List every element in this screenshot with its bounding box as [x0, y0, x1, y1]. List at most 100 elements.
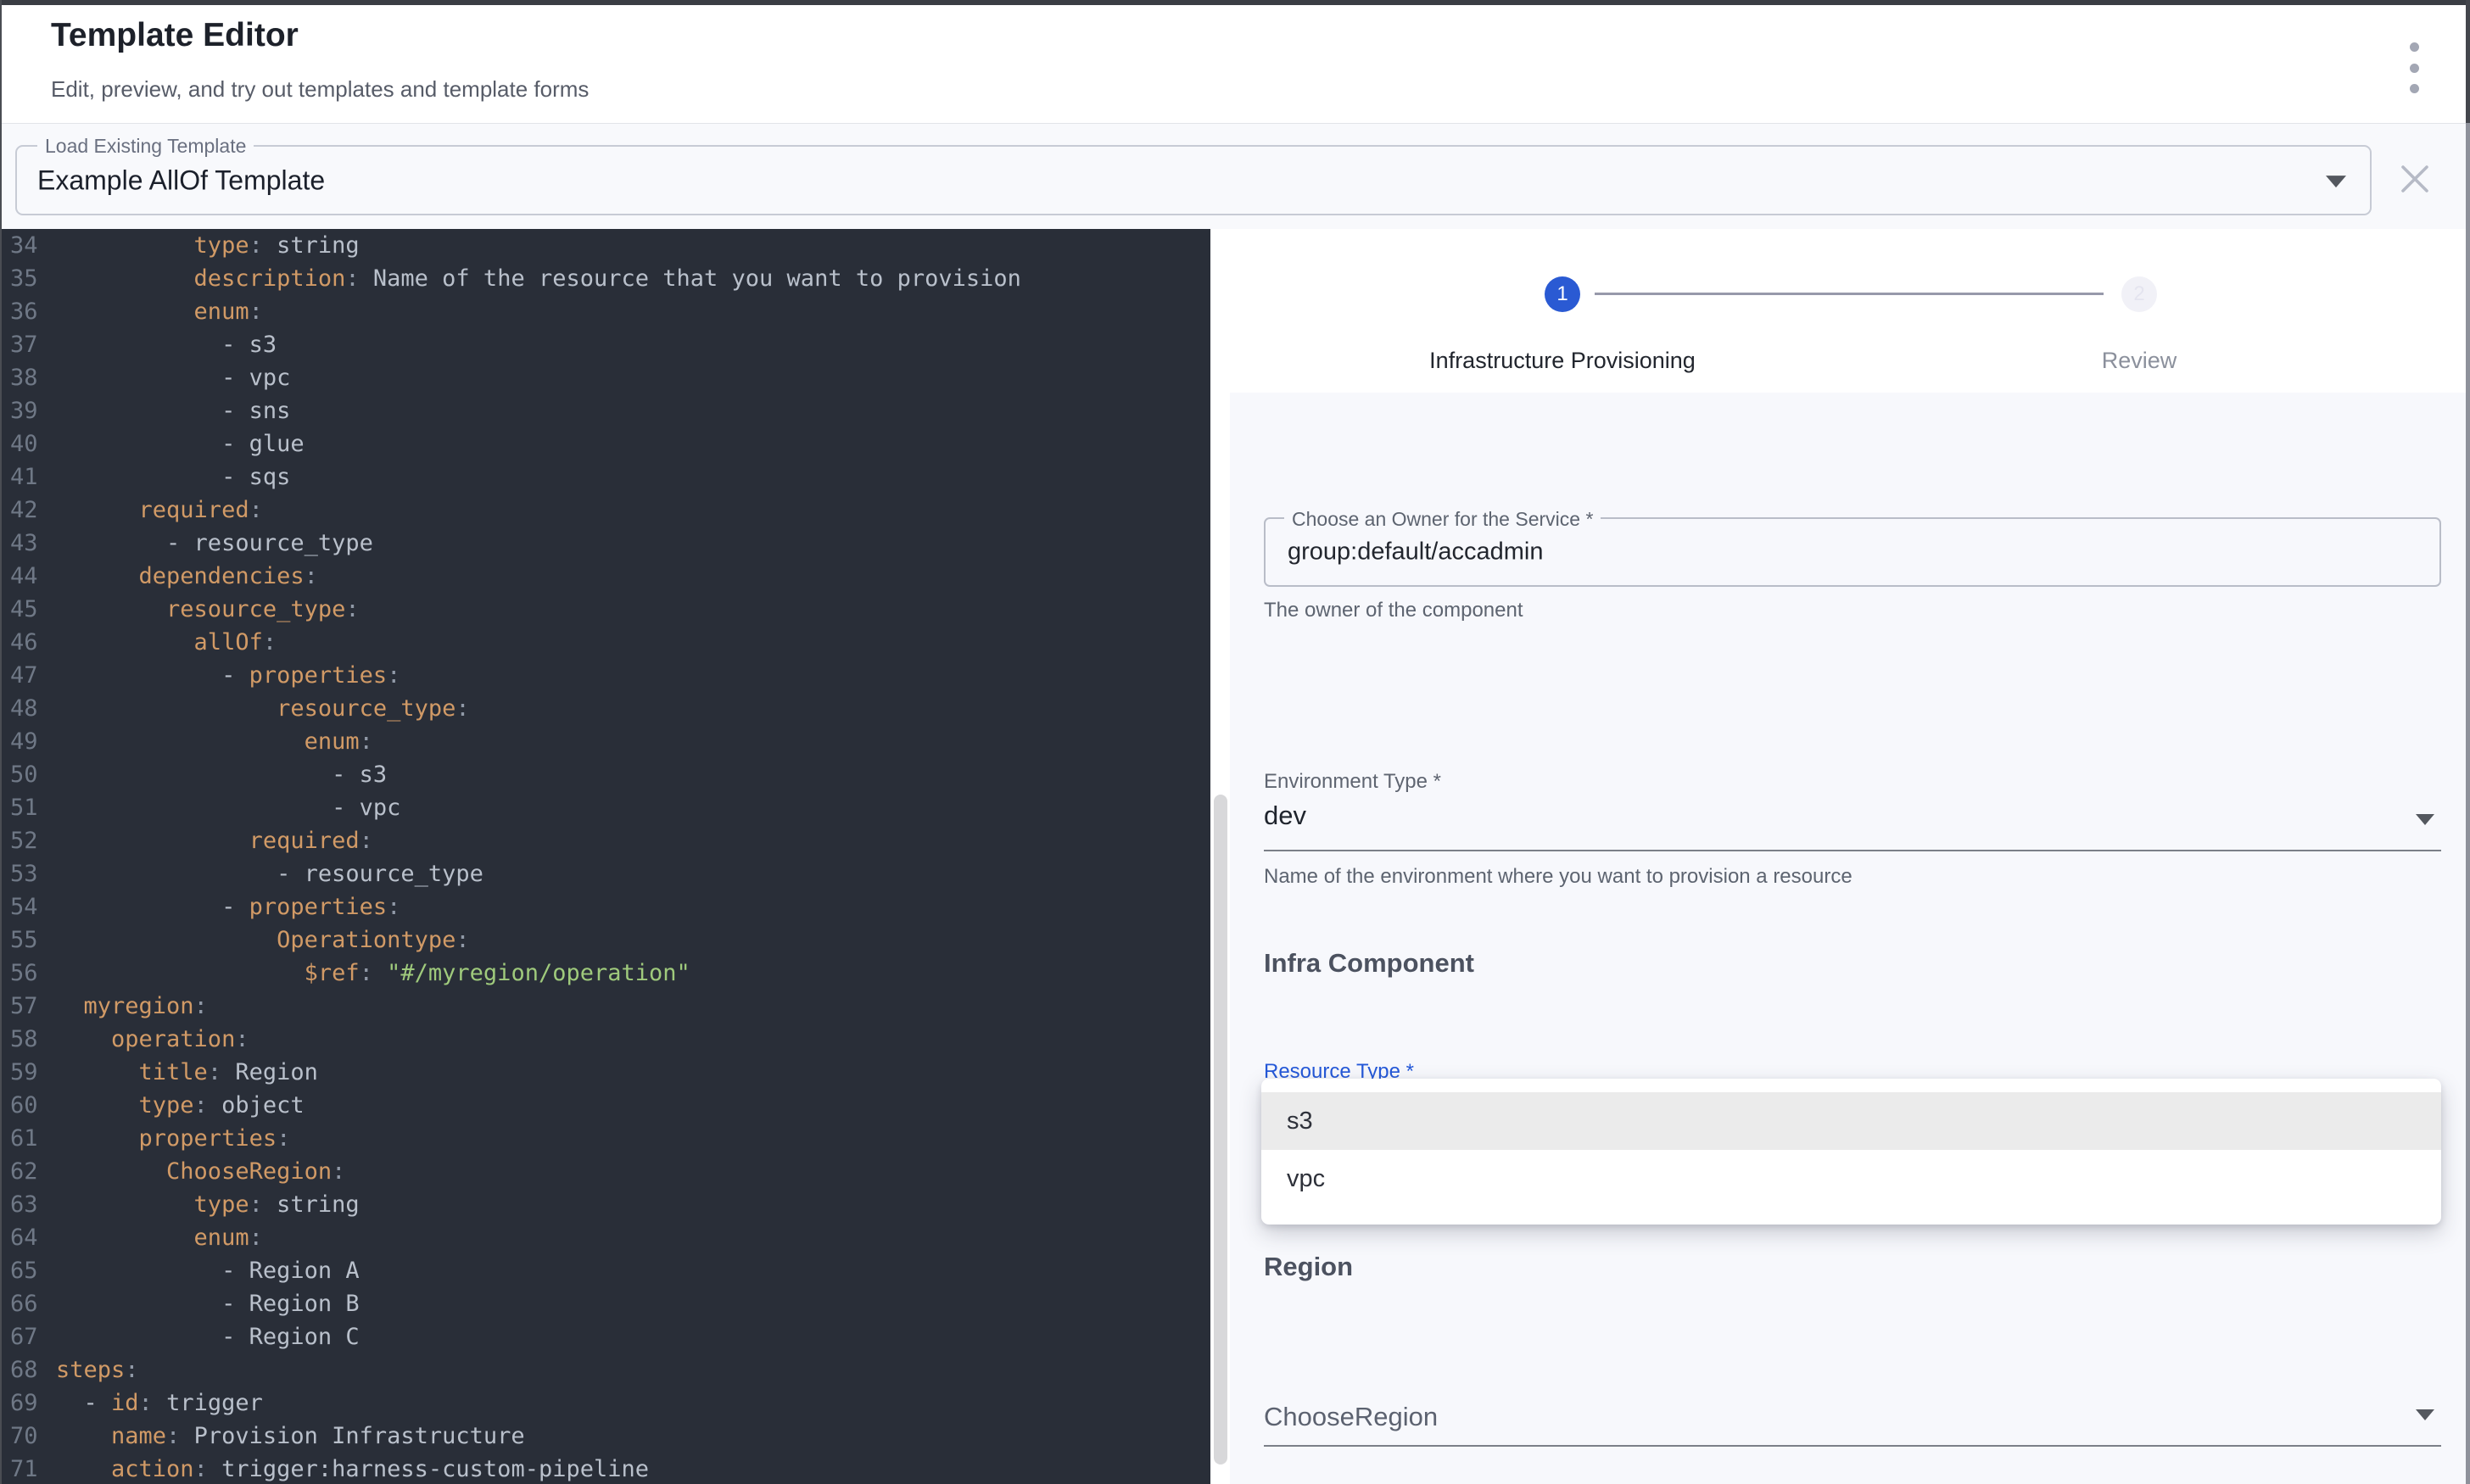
- page-subtitle: Edit, preview, and try out templates and…: [51, 76, 589, 103]
- caret-down-icon[interactable]: [2416, 1409, 2434, 1420]
- line-number: 65: [0, 1254, 56, 1287]
- choose-region-underline: [1264, 1445, 2441, 1447]
- yaml-code-editor[interactable]: 34 type: string35 description: Name of t…: [0, 229, 1210, 1484]
- line-number: 64: [0, 1221, 56, 1254]
- code-text: title: Region: [56, 1059, 318, 1085]
- code-text: - Region B: [56, 1291, 360, 1317]
- close-icon[interactable]: [2395, 159, 2434, 198]
- owner-value: group:default/accadmin: [1288, 538, 1543, 566]
- line-number: 55: [0, 923, 56, 957]
- line-number: 44: [0, 560, 56, 593]
- code-line: 50 - s3: [0, 758, 1210, 791]
- editor-scrollbar-thumb[interactable]: [1214, 795, 1227, 1464]
- resource-type-menu: s3vpc: [1261, 1079, 2441, 1225]
- code-line: 59 title: Region: [0, 1056, 1210, 1089]
- line-number: 41: [0, 460, 56, 494]
- code-text: description: Name of the resource that y…: [56, 265, 1021, 292]
- code-text: properties:: [56, 1125, 290, 1152]
- line-number: 63: [0, 1188, 56, 1221]
- menu-option-vpc[interactable]: vpc: [1261, 1150, 2441, 1208]
- code-line: 39 - sns: [0, 394, 1210, 427]
- code-text: - resource_type: [56, 530, 373, 556]
- code-text: - s3: [56, 332, 277, 358]
- code-text: - s3: [56, 762, 387, 788]
- code-text: - sqs: [56, 464, 290, 490]
- code-line: 63 type: string: [0, 1188, 1210, 1221]
- code-line: 53 - resource_type: [0, 857, 1210, 890]
- caret-down-icon[interactable]: [2416, 814, 2434, 825]
- page-title: Template Editor: [51, 17, 299, 54]
- code-text: resource_type:: [56, 596, 360, 622]
- code-text: - Region C: [56, 1324, 360, 1350]
- line-number: 68: [0, 1353, 56, 1386]
- code-line: 45 resource_type:: [0, 593, 1210, 626]
- code-text: - properties:: [56, 894, 400, 920]
- code-line: 69 - id: trigger: [0, 1386, 1210, 1420]
- code-line: 47 - properties:: [0, 659, 1210, 692]
- code-line: 46 allOf:: [0, 626, 1210, 659]
- stepper-connector: [1595, 293, 2104, 295]
- line-number: 36: [0, 295, 56, 328]
- code-line: 34 type: string: [0, 229, 1210, 262]
- code-text: enum:: [56, 728, 373, 755]
- code-text: required:: [56, 497, 263, 523]
- code-text: - resource_type: [56, 861, 483, 887]
- owner-input[interactable]: Choose an Owner for the Service * group:…: [1264, 517, 2441, 587]
- stepper-step-1-circle[interactable]: 1: [1545, 276, 1580, 312]
- environment-type-label: Environment Type *: [1264, 770, 1441, 794]
- line-number: 70: [0, 1420, 56, 1453]
- line-number: 56: [0, 957, 56, 990]
- code-line: 54 - properties:: [0, 890, 1210, 923]
- code-line: 37 - s3: [0, 328, 1210, 361]
- form-panel: 1 2 Infrastructure Provisioning Review C…: [1230, 229, 2466, 1484]
- code-text: dependencies:: [56, 563, 318, 589]
- line-number: 67: [0, 1320, 56, 1353]
- code-text: myregion:: [56, 993, 208, 1019]
- code-text: - properties:: [56, 662, 400, 689]
- menu-option-s3[interactable]: s3: [1261, 1092, 2441, 1150]
- owner-helper-text: The owner of the component: [1264, 599, 1523, 622]
- code-text: type: string: [56, 1191, 360, 1218]
- code-line: 71 action: trigger:harness-custom-pipeli…: [0, 1453, 1210, 1484]
- owner-label: Choose an Owner for the Service *: [1284, 508, 1601, 530]
- window-right-edge-top: [2466, 0, 2470, 123]
- code-text: action: trigger:harness-custom-pipeline: [56, 1456, 649, 1482]
- stepper-step-2-label[interactable]: Review: [2012, 348, 2266, 374]
- choose-region-select[interactable]: ChooseRegion: [1264, 1402, 1438, 1432]
- environment-type-select[interactable]: dev: [1264, 801, 1306, 831]
- code-line: 67 - Region C: [0, 1320, 1210, 1353]
- line-number: 69: [0, 1386, 56, 1420]
- environment-type-underline: [1264, 850, 2441, 851]
- template-editor-window: Template Editor Edit, preview, and try o…: [0, 0, 2470, 1484]
- load-template-label: Load Existing Template: [37, 135, 254, 157]
- window-top-edge: [0, 0, 2470, 5]
- code-line: 41 - sqs: [0, 460, 1210, 494]
- code-line: 51 - vpc: [0, 791, 1210, 824]
- code-line: 36 enum:: [0, 295, 1210, 328]
- window-right-edge: [2466, 0, 2470, 1484]
- page-header: Template Editor Edit, preview, and try o…: [0, 5, 2470, 123]
- code-line: 44 dependencies:: [0, 560, 1210, 593]
- code-line: 38 - vpc: [0, 361, 1210, 394]
- load-template-select[interactable]: Load Existing Template Example AllOf Tem…: [15, 145, 2372, 215]
- line-number: 51: [0, 791, 56, 824]
- code-line: 55 Operationtype:: [0, 923, 1210, 957]
- code-text: type: string: [56, 232, 360, 259]
- line-number: 34: [0, 229, 56, 262]
- line-number: 71: [0, 1453, 56, 1484]
- line-number: 42: [0, 494, 56, 527]
- line-number: 43: [0, 527, 56, 560]
- environment-helper-text: Name of the environment where you want t…: [1264, 865, 1852, 889]
- code-line: 49 enum:: [0, 725, 1210, 758]
- line-number: 47: [0, 659, 56, 692]
- code-text: resource_type:: [56, 695, 470, 722]
- code-text: required:: [56, 828, 373, 854]
- code-line: 68steps:: [0, 1353, 1210, 1386]
- stepper-step-1-label[interactable]: Infrastructure Provisioning: [1393, 348, 1732, 374]
- caret-down-icon[interactable]: [2326, 176, 2346, 187]
- kebab-menu-icon[interactable]: [2395, 42, 2433, 93]
- stepper-step-2-circle[interactable]: 2: [2121, 276, 2157, 312]
- line-number: 50: [0, 758, 56, 791]
- line-number: 62: [0, 1155, 56, 1188]
- code-line: 64 enum:: [0, 1221, 1210, 1254]
